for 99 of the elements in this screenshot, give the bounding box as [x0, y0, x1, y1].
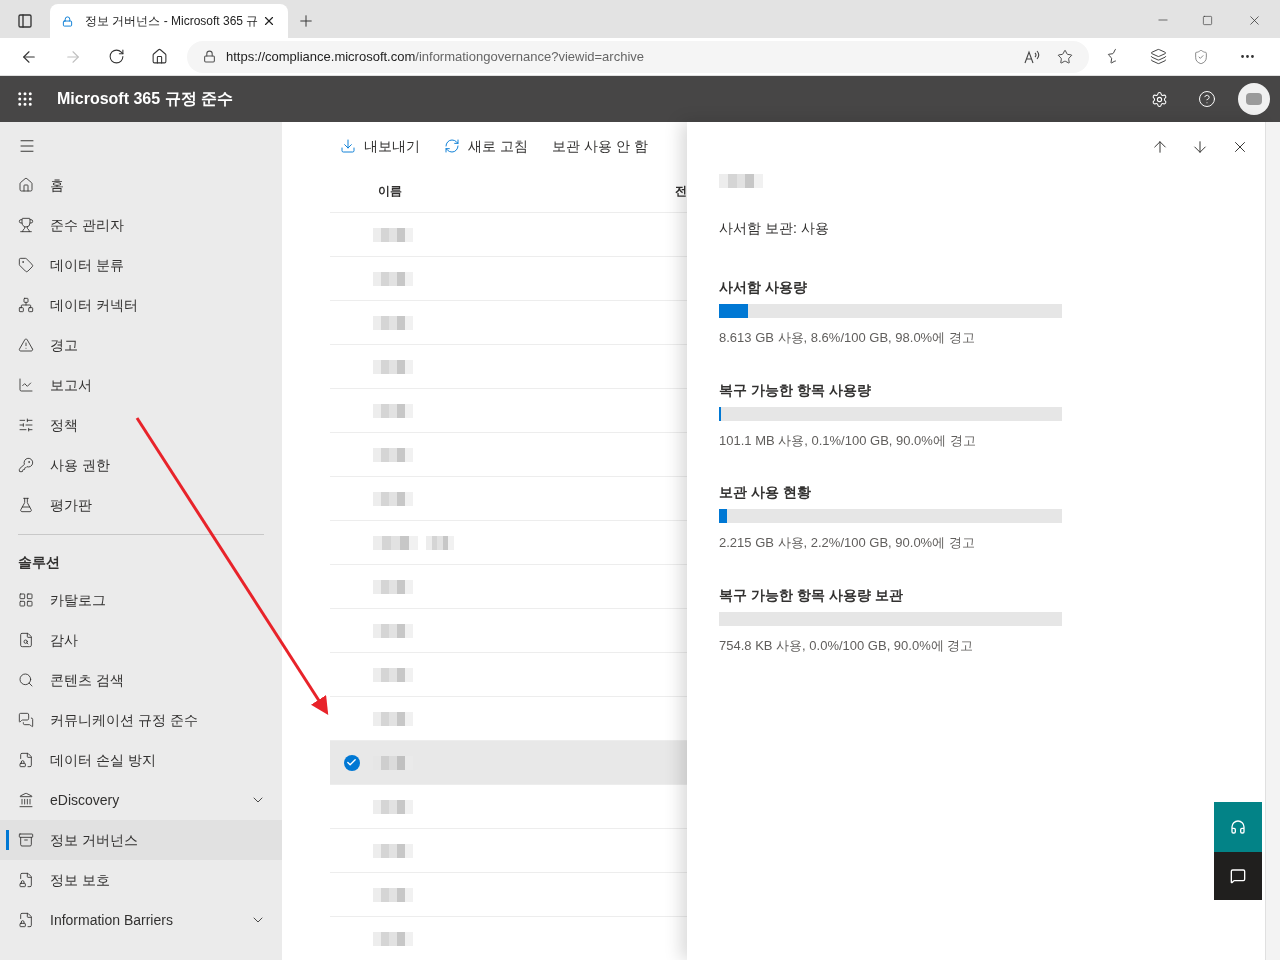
usage-reading: 754.8 KB 사용, 0.0%/100 GB, 90.0%에 경고 — [719, 636, 975, 655]
blurred-text — [373, 799, 413, 814]
chat-icon — [1230, 868, 1246, 884]
blurred-text — [373, 535, 418, 550]
nav-item[interactable]: 정보 보호 — [0, 860, 282, 900]
lock-icon — [203, 50, 216, 64]
next-icon[interactable] — [1191, 138, 1209, 156]
nav-icon — [18, 337, 34, 353]
blurred-text — [373, 271, 413, 286]
app-launcher-icon[interactable] — [16, 90, 34, 109]
add-favorite-icon[interactable] — [1057, 48, 1073, 65]
blurred-text — [426, 535, 454, 550]
blurred-text — [373, 843, 413, 858]
browser-tab[interactable]: 정보 거버넌스 - Microsoft 365 규 — [50, 4, 288, 39]
download-icon — [340, 138, 356, 154]
nav-item[interactable]: 경고 — [0, 325, 282, 365]
maximize-icon[interactable] — [1202, 15, 1213, 26]
column-header[interactable]: 이름 — [378, 182, 627, 200]
read-aloud-icon[interactable] — [1024, 49, 1040, 64]
nav-item[interactable]: Information Barriers — [0, 900, 282, 940]
feedback-button[interactable] — [1214, 852, 1262, 900]
nav-item[interactable]: 평가판 — [0, 485, 282, 525]
nav-icon — [18, 872, 34, 888]
usage-reading: 8.613 GB 사용, 8.6%/100 GB, 98.0%에 경고 — [719, 329, 976, 347]
nav-item[interactable]: 감사 — [0, 620, 282, 660]
home-icon[interactable] — [151, 48, 168, 66]
blurred-text — [373, 887, 413, 902]
archive-status: 사서함 보관: 사용 — [719, 219, 830, 238]
nav-icon — [18, 257, 34, 273]
section-title: 솔루션 — [17, 552, 61, 572]
nav-icon — [18, 832, 34, 848]
selection-indicator — [6, 830, 9, 850]
extension-icon[interactable] — [1193, 48, 1209, 65]
blurred-text — [373, 931, 413, 946]
meter-title: 복구 가능한 항목 사용량 — [719, 380, 872, 400]
blurred-text — [373, 711, 413, 726]
headset-icon — [1230, 819, 1246, 835]
nav-icon — [18, 377, 34, 393]
nav-item[interactable]: 사용 권한 — [0, 445, 282, 485]
blurred-text — [373, 227, 413, 242]
refresh-icon — [444, 138, 460, 154]
meter-title: 사서함 사용량 — [719, 278, 808, 297]
help-icon[interactable] — [1198, 90, 1216, 109]
nav-icon — [18, 417, 34, 433]
toolbar-button[interactable]: 새로 고침 — [444, 135, 536, 157]
nav-item[interactable]: 정책 — [0, 405, 282, 445]
nav-item[interactable]: 보고서 — [0, 365, 282, 405]
nav-item[interactable]: 커뮤니케이션 규정 준수 — [0, 700, 282, 740]
nav-icon — [18, 792, 34, 808]
collections-icon[interactable] — [1150, 48, 1167, 66]
nav-icon — [18, 297, 34, 313]
blurred-text — [373, 359, 413, 374]
blurred-text — [373, 315, 413, 330]
column-header[interactable]: 전 — [675, 182, 687, 200]
nav-icon — [18, 632, 34, 648]
tab-title: 정보 거버넌스 - Microsoft 365 규 — [85, 13, 260, 31]
toolbar-button[interactable]: 내보내기 — [340, 135, 428, 157]
avatar[interactable] — [1238, 83, 1270, 116]
blurred-text — [373, 403, 413, 418]
meter-title: 복구 가능한 항목 사용량 보관 — [719, 585, 904, 605]
nav-item[interactable]: 준수 관리자 — [0, 205, 282, 245]
blurred-text — [373, 623, 413, 638]
nav-icon — [18, 712, 34, 728]
nav-icon — [18, 217, 34, 233]
nav-icon — [18, 672, 34, 688]
nav-icon — [18, 177, 34, 193]
lock-icon — [62, 15, 73, 27]
nav-icon — [18, 752, 34, 768]
nav-item[interactable]: 데이터 손실 방지 — [0, 740, 282, 780]
check-icon[interactable] — [343, 754, 360, 771]
tab-actions-icon[interactable] — [17, 13, 33, 30]
nav-item[interactable]: 홈 — [0, 165, 282, 205]
menu-icon[interactable] — [18, 137, 36, 155]
blurred-text — [373, 667, 413, 682]
nav-icon — [18, 592, 34, 608]
nav-item[interactable]: 데이터 분류 — [0, 245, 282, 285]
toolbar-button[interactable]: 보관 사용 안 함 — [551, 135, 656, 157]
usage-reading: 101.1 MB 사용, 0.1%/100 GB, 90.0%에 경고 — [719, 431, 977, 450]
address-field[interactable]: https://compliance.microsoft.com/informationgovernance?viewid=archive — [187, 40, 1089, 73]
refresh-icon[interactable] — [108, 48, 125, 66]
nav-icon — [18, 912, 34, 928]
settings-icon[interactable] — [1151, 90, 1168, 108]
blurred-title — [719, 174, 763, 188]
usage-reading: 2.215 GB 사용, 2.2%/100 GB, 90.0%에 경고 — [719, 534, 976, 552]
url-text: https://compliance.microsoft.com/informationgovernance?viewid=archive — [226, 47, 645, 66]
nav-icon — [18, 497, 34, 513]
nav-icon — [18, 457, 34, 473]
blurred-text — [373, 491, 413, 506]
nav-item[interactable]: 데이터 커넥터 — [0, 285, 282, 325]
meter-title: 보관 사용 현황 — [719, 483, 812, 502]
blurred-text — [373, 579, 413, 594]
nav-item[interactable]: 정보 거버넌스 — [0, 820, 282, 860]
previous-icon[interactable] — [1151, 138, 1169, 156]
blurred-text — [373, 447, 413, 462]
nav-item[interactable]: eDiscovery — [0, 780, 282, 820]
scrollbar[interactable] — [1265, 122, 1280, 960]
nav-item[interactable]: 카탈로그 — [0, 580, 282, 620]
nav-item[interactable]: 콘텐츠 검색 — [0, 660, 282, 700]
app-title[interactable]: Microsoft 365 규정 준수 — [57, 87, 234, 112]
